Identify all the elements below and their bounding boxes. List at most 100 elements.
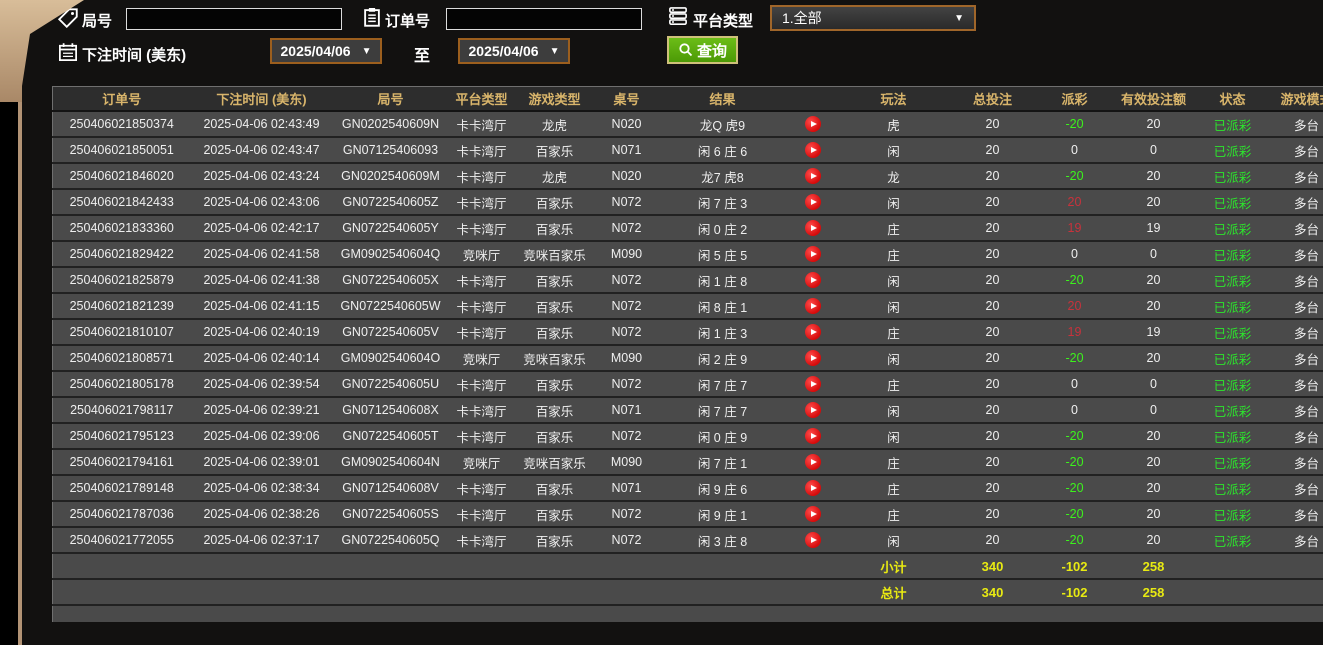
replay-button[interactable] — [804, 506, 821, 522]
order-number-label: 订单号 — [385, 13, 431, 30]
round-number: GN0202540609M — [332, 162, 449, 190]
date-to-select[interactable]: 2025/04/06 ▼ — [458, 38, 570, 64]
subtotal-row-order-number — [52, 552, 191, 580]
bet-time: 2025-04-06 02:43:06 — [190, 188, 333, 216]
replay-button[interactable] — [804, 350, 821, 366]
round-number: GM0902540604Q — [332, 240, 449, 268]
date-from-select[interactable]: 2025/04/06 ▼ — [270, 38, 382, 64]
platform-type: 卡卡湾厅 — [448, 370, 515, 398]
chevron-down-icon: ▼ — [954, 12, 964, 24]
replay-button[interactable] — [804, 142, 821, 158]
bet-time: 2025-04-06 02:39:06 — [190, 422, 333, 450]
replay-button[interactable] — [804, 194, 821, 210]
table-row: 250406021794161 2025-04-06 02:39:01 GM0902… — [52, 448, 1323, 476]
replay-button[interactable] — [804, 532, 821, 548]
platform-type-select[interactable]: 1.全部 ▼ — [770, 5, 976, 31]
payout: 20 — [1036, 188, 1113, 216]
grand-total-row-game-mode — [1270, 578, 1323, 606]
column-header-payout: 派彩 — [1036, 86, 1113, 112]
result: 闲 5 庄 5 — [658, 240, 787, 268]
payout: -20 — [1036, 500, 1113, 528]
result: 闲 9 庄 1 — [658, 500, 787, 528]
valid-bet: 20 — [1112, 266, 1195, 294]
round-number-input[interactable] — [126, 8, 342, 30]
game-type: 龙虎 — [514, 110, 595, 138]
game-type: 百家乐 — [514, 474, 595, 502]
replay-button[interactable] — [804, 116, 821, 132]
replay — [786, 266, 839, 294]
status: 已派彩 — [1194, 474, 1271, 502]
order-number: 250406021850374 — [52, 110, 191, 138]
order-number: 250406021821239 — [52, 292, 191, 320]
replay-button[interactable] — [804, 272, 821, 288]
game-mode: 多台 — [1270, 292, 1323, 320]
game-type: 百家乐 — [514, 214, 595, 242]
replay-button[interactable] — [804, 402, 821, 418]
column-header-replay — [786, 86, 839, 112]
table-number: M090 — [594, 448, 659, 476]
replay-button[interactable] — [804, 428, 821, 444]
game-type: 百家乐 — [514, 526, 595, 554]
status: 已派彩 — [1194, 526, 1271, 554]
replay-button[interactable] — [804, 454, 821, 470]
round-number: GN0722540605Y — [332, 214, 449, 242]
subtotal-row-total-bet: 340 — [948, 552, 1037, 580]
replay-button[interactable] — [804, 480, 821, 496]
replay-button[interactable] — [804, 324, 821, 340]
replay — [786, 110, 839, 138]
total-bet: 20 — [948, 474, 1037, 502]
grand-total-row-platform-type — [448, 578, 515, 606]
search-button[interactable]: 查询 — [667, 36, 739, 64]
payout: 19 — [1036, 214, 1113, 242]
replay-button[interactable] — [804, 246, 821, 262]
game-type: 百家乐 — [514, 266, 595, 294]
table-number: N072 — [594, 214, 659, 242]
replay-button[interactable] — [804, 376, 821, 392]
total-bet: 20 — [948, 162, 1037, 190]
column-header-table-number: 桌号 — [594, 86, 659, 112]
order-number: 250406021805178 — [52, 370, 191, 398]
platform-icon — [668, 6, 688, 26]
replay-button[interactable] — [804, 168, 821, 184]
subtotal-row: 小计 340 -102 258 — [52, 552, 1323, 580]
game-type: 百家乐 — [514, 292, 595, 320]
bet-time: 2025-04-06 02:39:54 — [190, 370, 333, 398]
order-number-input[interactable] — [446, 8, 642, 30]
platform-type: 竞咪厅 — [448, 344, 515, 372]
column-header-game-type: 游戏类型 — [514, 86, 595, 112]
replay-button[interactable] — [804, 298, 821, 314]
empty-row — [52, 604, 1323, 622]
round-number: GN0722540605S — [332, 500, 449, 528]
replay-button[interactable] — [804, 220, 821, 236]
play-type: 闲 — [838, 526, 949, 554]
date-from-value: 2025/04/06 — [280, 43, 351, 59]
status: 已派彩 — [1194, 240, 1271, 268]
valid-bet: 20 — [1112, 292, 1195, 320]
platform-type: 卡卡湾厅 — [448, 162, 515, 190]
status: 已派彩 — [1194, 110, 1271, 138]
filter-bar: 局号 订单号 平台类型 1.全部 ▼ 下注时间 (美东) 2025/04/06 — [22, 0, 1323, 86]
subtotal-row-valid-bet: 258 — [1112, 552, 1195, 580]
subtotal-row-game-type — [514, 552, 595, 580]
column-header-round-number: 局号 — [332, 86, 449, 112]
search-button-label: 查询 — [697, 42, 728, 60]
table-row: 250406021805178 2025-04-06 02:39:54 GN0722… — [52, 370, 1323, 398]
order-number: 250406021846020 — [52, 162, 191, 190]
replay — [786, 474, 839, 502]
table-row: 250406021842433 2025-04-06 02:43:06 GN0722… — [52, 188, 1323, 216]
search-icon — [679, 43, 693, 57]
total-bet: 20 — [948, 110, 1037, 138]
replay — [786, 526, 839, 554]
status: 已派彩 — [1194, 292, 1271, 320]
table-number: N020 — [594, 162, 659, 190]
play-type: 闲 — [838, 266, 949, 294]
valid-bet: 20 — [1112, 188, 1195, 216]
game-mode: 多台 — [1270, 526, 1323, 554]
game-type: 竞咪百家乐 — [514, 448, 595, 476]
result: 闲 8 庄 1 — [658, 292, 787, 320]
table-row: 250406021850051 2025-04-06 02:43:47 GN0712… — [52, 136, 1323, 164]
game-mode: 多台 — [1270, 422, 1323, 450]
replay — [786, 500, 839, 528]
order-number: 250406021829422 — [52, 240, 191, 268]
bet-time: 2025-04-06 02:41:38 — [190, 266, 333, 294]
